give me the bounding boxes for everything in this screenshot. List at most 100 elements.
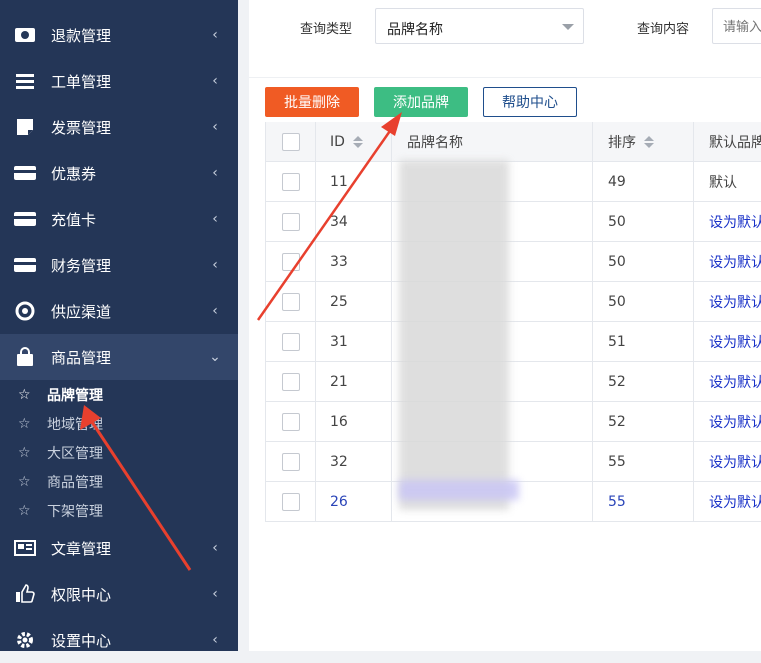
sidebar-item-label: 商品管理 [51,348,112,367]
row-sort: 50 [593,242,694,281]
set-default-link[interactable]: 设为默认 [694,202,761,241]
set-default-link[interactable]: 设为默认 [694,282,761,321]
brand-table: ID 品牌名称 排序 默认品牌 11 49 默认 34 50 设为默认 33 5… [265,122,761,522]
set-default-link[interactable]: 设为默认 [694,442,761,481]
sidebar-item-label: 工单管理 [51,72,112,91]
row-checkbox-cell [266,442,316,481]
row-checkbox-cell [266,242,316,281]
row-sort: 51 [593,322,694,361]
sidebar-item-settings[interactable]: 设置中心 ‹ [0,617,238,663]
set-default-link[interactable]: 设为默认 [694,402,761,441]
sidebar-subitem-goods[interactable]: ☆ 商品管理 [0,467,238,496]
table-row: 21 52 设为默认 [266,362,761,402]
row-id: 11 [316,162,392,201]
add-brand-button[interactable]: 添加品牌 [374,87,468,117]
main-content: 查询类型 品牌名称 查询内容 批量删除 添加品牌 帮助中心 ID 品牌名称 排序 [249,0,761,651]
sidebar-subitem-label: 大区管理 [47,445,103,462]
sort-icon[interactable] [352,135,363,148]
sidebar-subitem-offshelf[interactable]: ☆ 下架管理 [0,496,238,525]
row-checkbox[interactable] [281,212,300,231]
set-default-link[interactable]: 设为默认 [694,482,761,521]
sidebar-item-recharge[interactable]: 充值卡 ‹ [0,196,238,242]
chevron-left-icon: ‹ [212,27,218,43]
header-sort-label: 排序 [608,134,636,151]
sidebar-item-refund[interactable]: 退款管理 ‹ [0,12,238,58]
filter-bar: 查询类型 品牌名称 查询内容 [249,0,761,78]
sidebar-item-goods[interactable]: 商品管理 ⌄ [0,334,238,380]
sidebar-subitem-brand[interactable]: ☆ 品牌管理 [0,380,238,409]
chevron-left-icon: ‹ [212,211,218,227]
header-id-label: ID [330,133,345,150]
header-name: 品牌名称 [392,122,593,161]
row-checkbox-cell [266,362,316,401]
sidebar-item-workorder[interactable]: 工单管理 ‹ [0,58,238,104]
bag-icon [14,346,36,368]
row-checkbox[interactable] [281,292,300,311]
card-icon [14,254,36,276]
query-content-label: 查询内容 [637,22,690,37]
star-icon: ☆ [18,386,31,403]
header-id[interactable]: ID [316,122,392,161]
row-id: 26 [316,482,392,521]
sidebar-item-permission[interactable]: 权限中心 ‹ [0,571,238,617]
sidebar-subitem-region[interactable]: ☆ 地域管理 [0,409,238,438]
sidebar-item-article[interactable]: 文章管理 ‹ [0,525,238,571]
row-checkbox[interactable] [281,412,300,431]
header-name-label: 品牌名称 [407,134,463,151]
set-default-link[interactable]: 设为默认 [694,242,761,281]
sidebar-item-label: 发票管理 [51,118,112,137]
row-checkbox-cell [266,202,316,241]
sidebar: 退款管理 ‹ 工单管理 ‹ 发票管理 ‹ 优惠券 ‹ 充值卡 ‹ 财务管理 ‹ [0,0,238,651]
sidebar-item-invoice[interactable]: 发票管理 ‹ [0,104,238,150]
redacted-brand-names [399,160,509,510]
row-sort: 50 [593,202,694,241]
list-icon [14,70,36,92]
row-checkbox[interactable] [281,172,300,191]
row-sort: 52 [593,362,694,401]
row-sort: 55 [593,442,694,481]
query-type-label: 查询类型 [300,22,353,37]
sidebar-item-finance[interactable]: 财务管理 ‹ [0,242,238,288]
row-id: 34 [316,202,392,241]
table-row: 34 50 设为默认 [266,202,761,242]
card-icon [14,208,36,230]
row-checkbox[interactable] [281,452,300,471]
invoice-icon [14,116,36,138]
sidebar-item-label: 财务管理 [51,256,112,275]
star-icon: ☆ [18,444,31,461]
sort-icon[interactable] [644,135,654,148]
sidebar-subitem-area[interactable]: ☆ 大区管理 [0,438,238,467]
table-row: 33 50 设为默认 [266,242,761,282]
sidebar-item-label: 优惠券 [51,164,97,183]
set-default-link[interactable]: 设为默认 [694,322,761,361]
row-id: 33 [316,242,392,281]
sidebar-item-label: 权限中心 [51,585,112,604]
sidebar-item-coupon[interactable]: 优惠券 ‹ [0,150,238,196]
table-row: 11 49 默认 [266,162,761,202]
set-default-link[interactable]: 设为默认 [694,362,761,401]
query-content-input[interactable] [713,9,761,45]
sidebar-item-label: 文章管理 [51,539,112,558]
help-center-button[interactable]: 帮助中心 [483,87,577,117]
header-sort[interactable]: 排序 [593,122,694,161]
row-checkbox[interactable] [281,492,300,511]
row-id: 16 [316,402,392,441]
row-checkbox[interactable] [281,372,300,391]
thumbs-up-icon [14,583,36,605]
card-icon [14,162,36,184]
query-type-select[interactable]: 品牌名称 [375,8,584,44]
select-all-checkbox[interactable] [281,132,300,151]
sidebar-item-supply[interactable]: 供应渠道 ‹ [0,288,238,334]
row-checkbox[interactable] [281,252,300,271]
row-checkbox-cell [266,282,316,321]
batch-delete-button[interactable]: 批量删除 [265,87,359,117]
row-sort: 55 [593,482,694,521]
sidebar-item-label: 充值卡 [51,210,97,229]
row-checkbox-cell [266,162,316,201]
redacted-brand-name-highlight [399,480,519,500]
row-checkbox[interactable] [281,332,300,351]
sidebar-subitem-label: 地域管理 [47,416,103,433]
chevron-left-icon: ‹ [212,73,218,89]
row-sort: 50 [593,282,694,321]
star-icon: ☆ [18,415,31,432]
